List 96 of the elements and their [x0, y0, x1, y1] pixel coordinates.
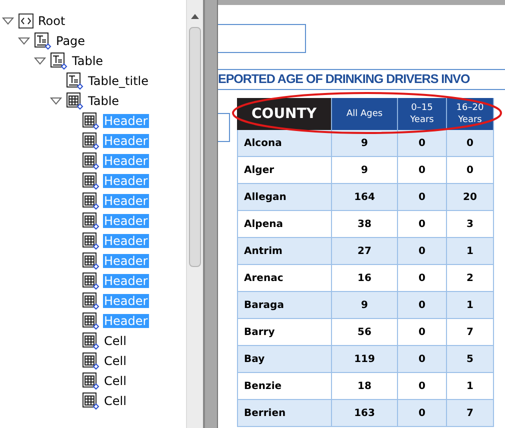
tree-item[interactable]: Table: [71, 54, 104, 68]
table-cell: Bay: [237, 346, 332, 372]
tree-item[interactable]: Header: [103, 274, 149, 288]
column-header: 0–15 Years: [398, 98, 447, 130]
table-element-icon: [66, 92, 84, 110]
tree-item[interactable]: Header: [103, 174, 149, 188]
tree-item[interactable]: Table_title: [87, 74, 150, 88]
table-cell: 2: [447, 265, 494, 291]
table-cell: 27: [332, 238, 398, 264]
table-cell: 163: [332, 400, 398, 426]
tree-item[interactable]: Header: [103, 294, 149, 308]
table-cell: Alger: [237, 157, 332, 183]
table-cell: 0: [398, 400, 447, 426]
table-element-icon: [82, 232, 100, 250]
table-cell: 0: [398, 238, 447, 264]
code-tag-icon: [18, 13, 34, 29]
table-cell: 16: [332, 265, 398, 291]
table-cell: 0: [398, 157, 447, 183]
tree-item[interactable]: Header: [103, 234, 149, 248]
table-cell: 0: [398, 265, 447, 291]
table-element-icon: [82, 172, 100, 190]
table-element-icon: [82, 392, 100, 410]
table-cell: Barry: [237, 319, 332, 345]
table-cell: Allegan: [237, 184, 332, 210]
table-cell: 20: [447, 184, 494, 210]
table-element-icon: [82, 192, 100, 210]
table-cell: 0: [447, 130, 494, 156]
table-cell: 18: [332, 373, 398, 399]
text-element-icon: [34, 32, 52, 50]
table-cell: 0: [447, 157, 494, 183]
table-element-icon: [82, 332, 100, 350]
tree-item[interactable]: Cell: [103, 374, 128, 388]
table-cell: 9: [332, 130, 398, 156]
tree-item[interactable]: Header: [103, 134, 149, 148]
tree-item[interactable]: Header: [103, 254, 149, 268]
column-header: All Ages: [332, 98, 398, 130]
table-cell: 1: [447, 238, 494, 264]
table-cell: Antrim: [237, 238, 332, 264]
tree-item[interactable]: Header: [103, 314, 149, 328]
column-header: COUNTY: [237, 98, 332, 130]
frame-outline: [218, 113, 230, 142]
table-title: EPORTED AGE OF DRINKING DRIVERS INVO: [218, 69, 505, 90]
table-cell: 0: [398, 184, 447, 210]
table-cell: 9: [332, 292, 398, 318]
table-cell: 1: [447, 292, 494, 318]
table-cell: Benzie: [237, 373, 332, 399]
table-cell: 0: [398, 346, 447, 372]
table-cell: 0: [398, 292, 447, 318]
scroll-thumb[interactable]: [189, 27, 201, 267]
table-cell: 1: [447, 373, 494, 399]
table-element-icon: [82, 312, 100, 330]
tree-item[interactable]: Page: [55, 34, 86, 48]
table-cell: Baraga: [237, 292, 332, 318]
table-element-icon: [82, 152, 100, 170]
table-element-icon: [82, 112, 100, 130]
text-element-icon: [50, 52, 68, 70]
table-cell: 7: [447, 319, 494, 345]
table-element-icon: [82, 212, 100, 230]
table-cell: Alpena: [237, 211, 332, 237]
tree-item[interactable]: Header: [103, 114, 149, 128]
table-element-icon: [82, 352, 100, 370]
table-cell: 5: [447, 346, 494, 372]
collapse-arrow-icon[interactable]: [50, 97, 62, 105]
table-cell: 9: [332, 157, 398, 183]
text-element-icon: [66, 72, 84, 90]
table-element-icon: [82, 252, 100, 270]
table-cell: 0: [398, 130, 447, 156]
table-cell: Berrien: [237, 400, 332, 426]
table-cell: 0: [398, 373, 447, 399]
tree-item[interactable]: Header: [103, 214, 149, 228]
tree-item[interactable]: Table: [87, 94, 120, 108]
table-element-icon: [82, 272, 100, 290]
tree-item[interactable]: Cell: [103, 394, 128, 408]
table-element-icon: [82, 132, 100, 150]
table-cell: 38: [332, 211, 398, 237]
table-element-icon: [82, 372, 100, 390]
collapse-arrow-icon[interactable]: [18, 37, 30, 45]
table-cell: 0: [398, 319, 447, 345]
table-element-icon: [82, 292, 100, 310]
collapse-arrow-icon[interactable]: [34, 57, 46, 65]
table-cell: 7: [447, 400, 494, 426]
table-cell: 119: [332, 346, 398, 372]
collapse-arrow-icon[interactable]: [2, 17, 14, 25]
table-cell: Arenac: [237, 265, 332, 291]
tree-item[interactable]: Cell: [103, 334, 128, 348]
scrollbar[interactable]: [186, 0, 203, 428]
table-cell: 3: [447, 211, 494, 237]
tree-item[interactable]: Cell: [103, 354, 128, 368]
table-cell: 56: [332, 319, 398, 345]
scroll-up-icon[interactable]: [191, 14, 199, 19]
tree-item[interactable]: Header: [103, 154, 149, 168]
table-cell: 0: [398, 211, 447, 237]
tree-item[interactable]: Root: [37, 14, 66, 28]
table-cell: Alcona: [237, 130, 332, 156]
tree-item[interactable]: Header: [103, 194, 149, 208]
table-cell: 164: [332, 184, 398, 210]
